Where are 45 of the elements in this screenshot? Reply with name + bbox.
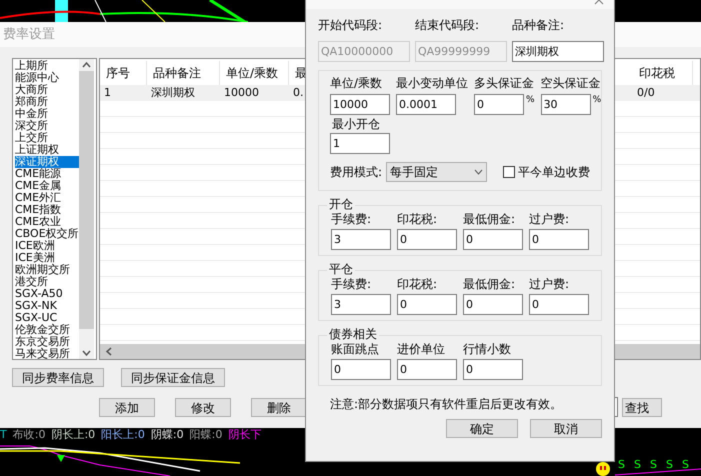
indicator-label: 阴长下 — [228, 426, 262, 443]
field-label: 最小开仓 — [331, 117, 381, 131]
group-title: 平仓 — [327, 262, 355, 276]
field-label: 多头保证金 — [474, 76, 535, 90]
field-label: 最低佣金: — [463, 212, 516, 226]
field-label: 印花税: — [397, 277, 438, 291]
field-label: 印花税: — [397, 212, 438, 226]
field-label: 进价单位 — [397, 342, 446, 356]
field-label: 最低佣金: — [463, 277, 516, 291]
group-title: 债券相关 — [327, 327, 379, 341]
field-label: 开始代码段: — [318, 18, 384, 32]
indicator-label: 阴长上:0 — [51, 426, 96, 443]
field-label: 单位/乘数 — [330, 76, 384, 90]
field-label: 行情小数 — [463, 342, 512, 356]
signal-marker: S — [666, 459, 673, 470]
unit-label: % — [526, 94, 535, 107]
signal-marker: S — [634, 459, 641, 470]
unit-label: % — [592, 94, 602, 107]
signal-marker: S — [682, 459, 689, 470]
field-label: 过户费: — [529, 277, 570, 291]
field-label: 账面跳点 — [331, 342, 380, 356]
field-label: 最小变动单位 — [396, 76, 468, 90]
table-cell-text: 深圳期权 — [150, 85, 196, 101]
field-label: 品种备注: — [512, 18, 566, 32]
note-text: 注意:部分数据项只有软件重启后更改有效。 — [329, 396, 564, 413]
group-title: 开仓 — [327, 197, 355, 211]
indicator-label: 阳长上:0 — [101, 426, 145, 443]
window-title: 费率设置 — [3, 26, 55, 44]
indicator-label: 阳蝶:0 — [190, 426, 222, 443]
signal-marker: S — [618, 459, 625, 470]
table-cell-text: 1 — [103, 85, 112, 101]
field-label: 费用模式: — [330, 164, 382, 181]
field-label: 过户费: — [529, 212, 570, 226]
table-cell-text: 0/0 — [636, 85, 656, 101]
indicator-label: 阴蝶:0 — [150, 426, 184, 443]
signal-marker: S — [650, 459, 657, 470]
field-label: 空头保证金 — [540, 76, 602, 90]
indicator-label: T — [0, 426, 7, 443]
table-cell-text: 10000 — [223, 85, 260, 101]
indicator-label: 布收:0 — [12, 426, 46, 443]
table-cell-text: 0. — [292, 85, 304, 101]
checkbox-label: 平今单边收费 — [518, 164, 590, 181]
field-label: 手续费: — [331, 277, 372, 291]
field-label: 手续费: — [331, 212, 372, 226]
field-label: 结束代码段: — [415, 18, 480, 32]
